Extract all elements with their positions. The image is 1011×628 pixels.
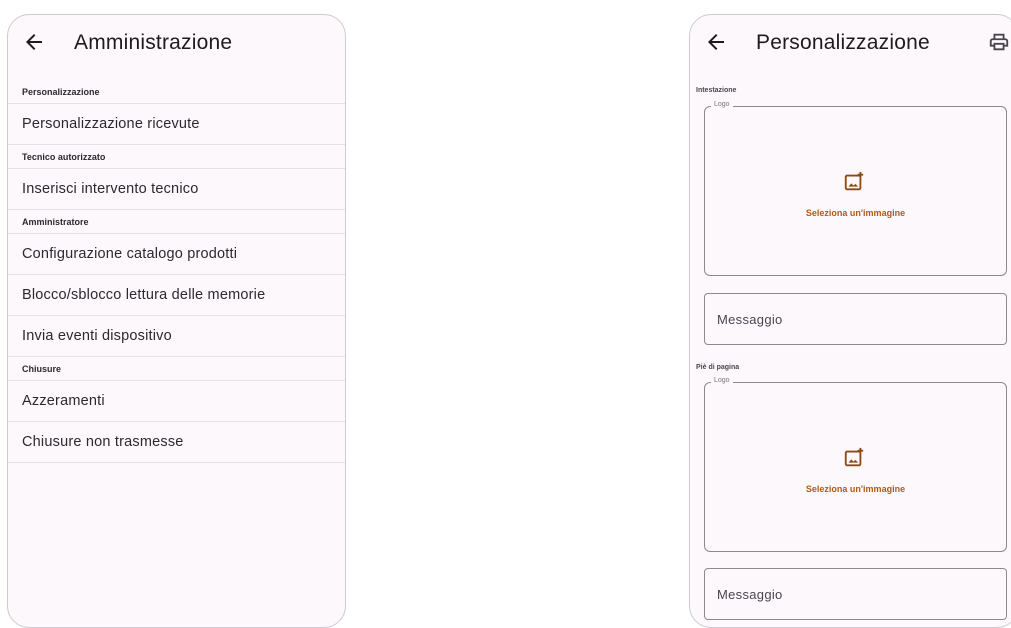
print-icon[interactable] (988, 31, 1010, 53)
section-label-header: Intestazione (696, 87, 737, 94)
back-arrow-icon[interactable] (22, 30, 46, 54)
personalization-screen: Personalizzazione Intestazione Logo Sele… (689, 14, 1011, 628)
back-arrow-icon[interactable] (704, 30, 728, 54)
select-image-link[interactable]: Seleziona un'immagine (705, 208, 1006, 218)
page-title: Personalizzazione (756, 31, 930, 54)
menu-item-memory-lock-unlock[interactable]: Blocco/sblocco lettura delle memorie (8, 275, 345, 316)
admin-menu-list: Personalizzazione Personalizzazione rice… (8, 80, 345, 463)
header-logo-picker[interactable]: Logo Seleziona un'immagine (704, 101, 1007, 276)
page-title: Amministrazione (74, 31, 233, 54)
top-app-bar: Amministrazione (8, 15, 345, 75)
section-header-closures: Chiusure (8, 357, 345, 381)
menu-item-send-device-events[interactable]: Invia eventi dispositivo (8, 316, 345, 357)
menu-item-product-catalog-config[interactable]: Configurazione catalogo prodotti (8, 234, 345, 275)
header-message-field[interactable]: Messaggio (704, 293, 1007, 345)
footer-message-field[interactable]: Messaggio (704, 568, 1007, 620)
menu-item-receipt-personalization[interactable]: Personalizzazione ricevute (8, 104, 345, 145)
section-header-personalization: Personalizzazione (8, 80, 345, 104)
logo-field-label: Logo (711, 101, 733, 108)
top-app-bar: Personalizzazione (690, 15, 1011, 75)
add-image-icon (844, 171, 864, 191)
menu-item-resets[interactable]: Azzeramenti (8, 381, 345, 422)
section-label-footer: Piè di pagina (696, 364, 740, 371)
administration-screen: Amministrazione Personalizzazione Person… (7, 14, 346, 628)
menu-item-untransmitted-closures[interactable]: Chiusure non trasmesse (8, 422, 345, 463)
select-image-link[interactable]: Seleziona un'immagine (705, 484, 1006, 494)
menu-item-insert-technical-intervention[interactable]: Inserisci intervento tecnico (8, 169, 345, 210)
footer-logo-picker[interactable]: Logo Seleziona un'immagine (704, 377, 1007, 552)
section-header-administrator: Amministratore (8, 210, 345, 234)
logo-field-label: Logo (711, 377, 733, 384)
add-image-icon (844, 447, 864, 467)
section-header-authorized-technician: Tecnico autorizzato (8, 145, 345, 169)
